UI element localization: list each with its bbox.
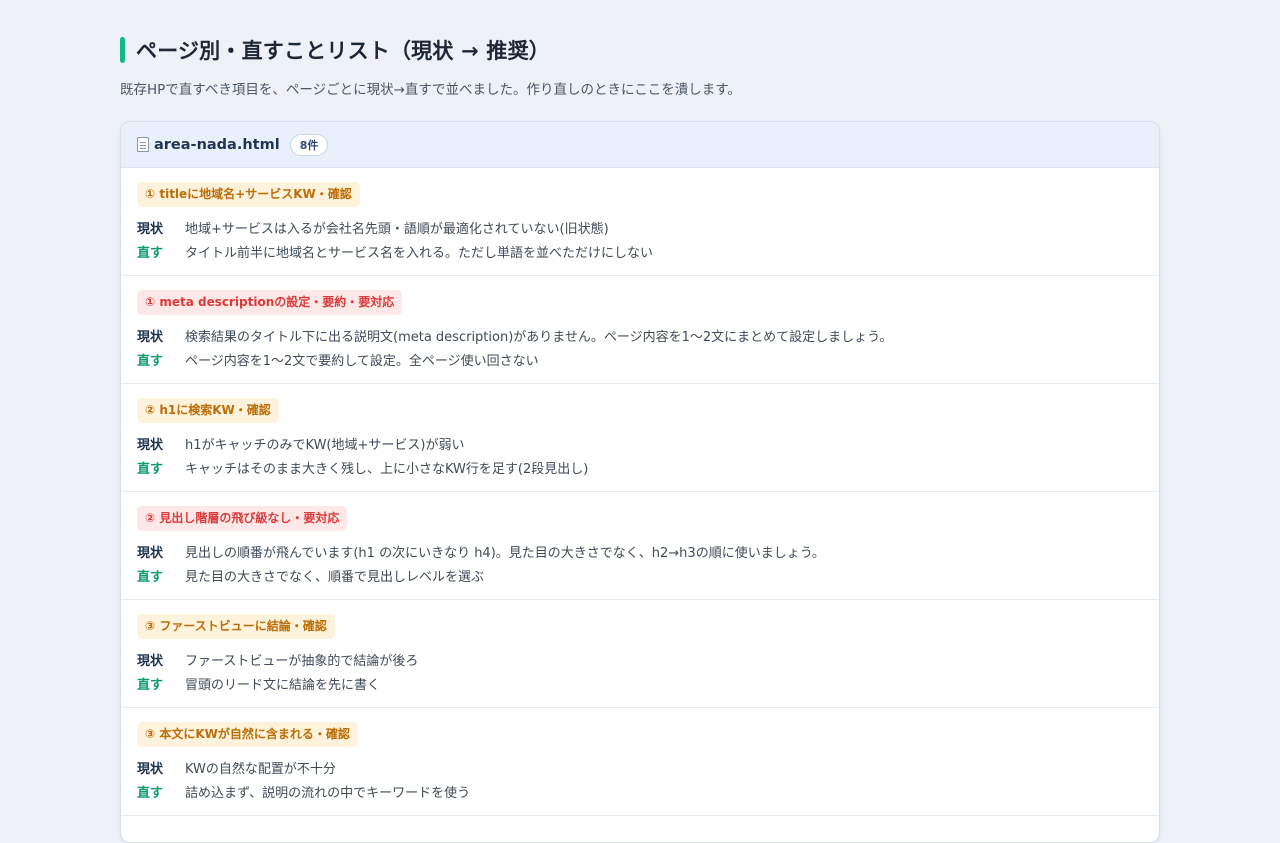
current-text: 検索結果のタイトル下に出る説明文(meta description)がありません… [185,329,893,345]
issue-item: ② 見出し階層の飛び級なし・要対応 現状 見出しの順番が飛んでいます(h1 の次… [121,492,1159,600]
issue-fix-row: 直す タイトル前半に地域名とサービス名を入れる。ただし単語を並べただけにしない [137,239,1143,263]
issue-tag: ③ ファーストビューに結論・確認 [137,614,335,639]
current-text: ファーストビューが抽象的で結論が後ろ [185,653,419,669]
current-text: KWの自然な配置が不十分 [185,761,336,777]
title-accent-bar [120,37,125,63]
file-icon [137,137,149,152]
current-label: 現状 [137,437,164,453]
fix-label: 直す [137,569,164,585]
fix-label: 直す [137,353,164,369]
file-card-header: area-nada.html 8件 [121,122,1159,168]
page: ページ別・直すことリスト（現状 → 推奨） 既存HPで直すべき項目を、ページごと… [0,0,1280,843]
issue-tag: ② h1に検索KW・確認 [137,398,279,423]
current-label: 現状 [137,545,164,561]
issue-tag: ① titleに地域名+サービスKW・確認 [137,182,360,207]
issue-fix-row: 直す キャッチはそのまま大きく残し、上に小さなKW行を足す(2段見出し) [137,455,1143,479]
issue-current-row: 現状 ファーストビューが抽象的で結論が後ろ [137,647,1143,671]
fix-label: 直す [137,785,164,801]
current-text: 地域+サービスは入るが会社名先頭・語順が最適化されていない(旧状態) [185,221,609,237]
fix-text: キャッチはそのまま大きく残し、上に小さなKW行を足す(2段見出し) [185,461,589,477]
file-card: area-nada.html 8件 ① titleに地域名+サービスKW・確認 … [120,121,1160,843]
fix-label: 直す [137,461,164,477]
issue-count-badge: 8件 [289,133,329,156]
current-label: 現状 [137,329,164,345]
fix-text: 詰め込まず、説明の流れの中でキーワードを使う [185,785,471,801]
issue-tag: ② 見出し階層の飛び級なし・要対応 [137,506,348,531]
issue-item: ① meta descriptionの設定・要約・要対応 現状 検索結果のタイト… [121,276,1159,384]
issue-item: ① titleに地域名+サービスKW・確認 現状 地域+サービスは入るが会社名先… [121,168,1159,276]
issue-fix-row: 直す 詰め込まず、説明の流れの中でキーワードを使う [137,779,1143,803]
issue-fix-row: 直す ページ内容を1〜2文で要約して設定。全ページ使い回さない [137,347,1143,371]
fix-text: 見た目の大きさでなく、順番で見出しレベルを選ぶ [185,569,485,585]
current-text: h1がキャッチのみでKW(地域+サービス)が弱い [185,437,465,453]
current-text: 見出しの順番が飛んでいます(h1 の次にいきなり h4)。見た目の大きさでなく、… [185,545,825,561]
current-label: 現状 [137,653,164,669]
issue-item: ③ ファーストビューに結論・確認 現状 ファーストビューが抽象的で結論が後ろ 直… [121,600,1159,708]
fix-text: 冒頭のリード文に結論を先に書く [185,677,381,693]
fix-label: 直す [137,245,164,261]
current-label: 現状 [137,221,164,237]
issue-fix-row: 直す 冒頭のリード文に結論を先に書く [137,671,1143,695]
issue-tag: ① meta descriptionの設定・要約・要対応 [137,290,403,315]
fix-text: ページ内容を1〜2文で要約して設定。全ページ使い回さない [185,353,539,369]
page-header: ページ別・直すことリスト（現状 → 推奨） [120,35,550,65]
issue-tag: ③ 本文にKWが自然に含まれる・確認 [137,722,358,747]
fix-text: タイトル前半に地域名とサービス名を入れる。ただし単語を並べただけにしない [185,245,654,261]
page-subtitle: 既存HPで直すべき項目を、ページごとに現状→直すで並べました。作り直しのときにこ… [120,82,741,98]
file-name: area-nada.html [154,136,280,153]
issue-current-row: 現状 見出しの順番が飛んでいます(h1 の次にいきなり h4)。見た目の大きさで… [137,539,1143,563]
issue-current-row: 現状 地域+サービスは入るが会社名先頭・語順が最適化されていない(旧状態) [137,215,1143,239]
issue-item: ② h1に検索KW・確認 現状 h1がキャッチのみでKW(地域+サービス)が弱い… [121,384,1159,492]
issue-fix-row: 直す 見た目の大きさでなく、順番で見出しレベルを選ぶ [137,563,1143,587]
current-label: 現状 [137,761,164,777]
fix-label: 直す [137,677,164,693]
issue-current-row: 現状 h1がキャッチのみでKW(地域+サービス)が弱い [137,431,1143,455]
page-title: ページ別・直すことリスト（現状 → 推奨） [136,39,550,63]
issue-current-row: 現状 検索結果のタイトル下に出る説明文(meta description)があり… [137,323,1143,347]
issue-current-row: 現状 KWの自然な配置が不十分 [137,755,1143,779]
